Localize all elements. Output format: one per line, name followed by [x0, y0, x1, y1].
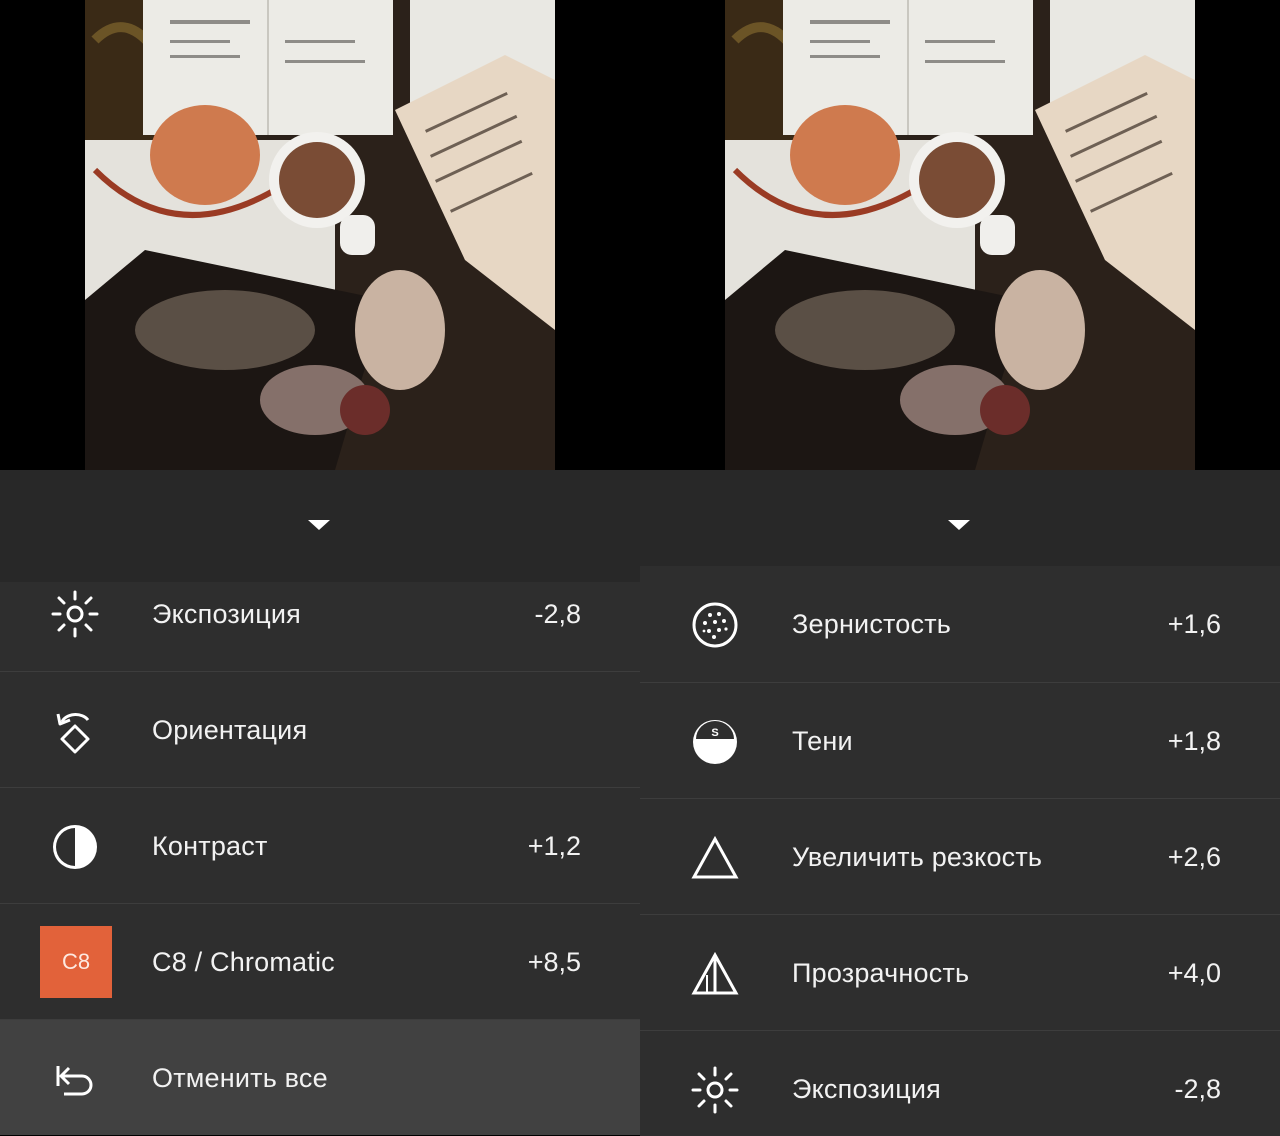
editor-pane-left: Экспозиция -2,8 Ориентация Контраст +1,2…	[0, 0, 640, 1136]
photo-image	[85, 0, 555, 470]
adjustments-list: Зернистость +1,6 S Тени +1,8 Увеличить р…	[640, 566, 1280, 1136]
shadows-icon: S	[690, 717, 740, 767]
adjustments-list: Экспозиция -2,8 Ориентация Контраст +1,2…	[0, 582, 640, 1135]
list-item-contrast[interactable]: Контраст +1,2	[0, 787, 640, 903]
item-label: Экспозиция	[792, 1074, 941, 1104]
list-item-shadows[interactable]: S Тени +1,8	[640, 682, 1280, 798]
item-label: Зернистость	[792, 609, 952, 639]
list-item-clarity[interactable]: Прозрачность +4,0	[640, 914, 1280, 1030]
contrast-icon	[50, 822, 100, 872]
list-item-sharpen[interactable]: Увеличить резкость +2,6	[640, 798, 1280, 914]
undo-icon	[50, 1054, 100, 1104]
exposure-icon	[690, 1065, 740, 1115]
item-value: +1,2	[527, 831, 581, 861]
item-label: Экспозиция	[152, 599, 301, 629]
photo-image	[725, 0, 1195, 470]
preset-badge: C8	[40, 926, 112, 998]
item-label: Тени	[792, 726, 853, 756]
item-value: +1,8	[1167, 726, 1221, 756]
item-label: Увеличить резкость	[792, 842, 1043, 872]
item-value: -2,8	[534, 599, 581, 629]
item-value: +4,0	[1167, 958, 1221, 988]
list-item-exposure[interactable]: Экспозиция -2,8	[0, 582, 640, 671]
collapse-chevron-icon[interactable]	[948, 520, 970, 530]
svg-text:S: S	[711, 727, 718, 739]
sharpen-icon	[690, 833, 740, 883]
item-label: Отменить все	[152, 1063, 328, 1093]
list-item-exposure[interactable]: Экспозиция -2,8	[640, 1030, 1280, 1136]
orientation-icon	[50, 706, 100, 756]
exposure-icon	[50, 589, 100, 639]
grain-icon	[690, 600, 740, 650]
item-label: C8 / Chromatic	[152, 947, 335, 977]
list-item-preset[interactable]: C8 C8 / Chromatic +8,5	[0, 903, 640, 1019]
photo-preview	[85, 0, 555, 470]
list-item-orientation[interactable]: Ориентация	[0, 671, 640, 787]
item-value: +8,5	[527, 947, 581, 977]
item-label: Прозрачность	[792, 958, 970, 988]
photo-preview	[725, 0, 1195, 470]
item-value: +2,6	[1167, 842, 1221, 872]
editor-pane-right: Зернистость +1,6 S Тени +1,8 Увеличить р…	[640, 0, 1280, 1136]
item-label: Контраст	[152, 831, 268, 861]
list-item-grain[interactable]: Зернистость +1,6	[640, 566, 1280, 682]
item-label: Ориентация	[152, 715, 308, 745]
collapse-chevron-icon[interactable]	[308, 520, 330, 530]
clarity-icon	[690, 949, 740, 999]
undo-all-button[interactable]: Отменить все	[0, 1019, 640, 1135]
item-value: +1,6	[1167, 609, 1221, 639]
item-value: -2,8	[1174, 1074, 1221, 1104]
